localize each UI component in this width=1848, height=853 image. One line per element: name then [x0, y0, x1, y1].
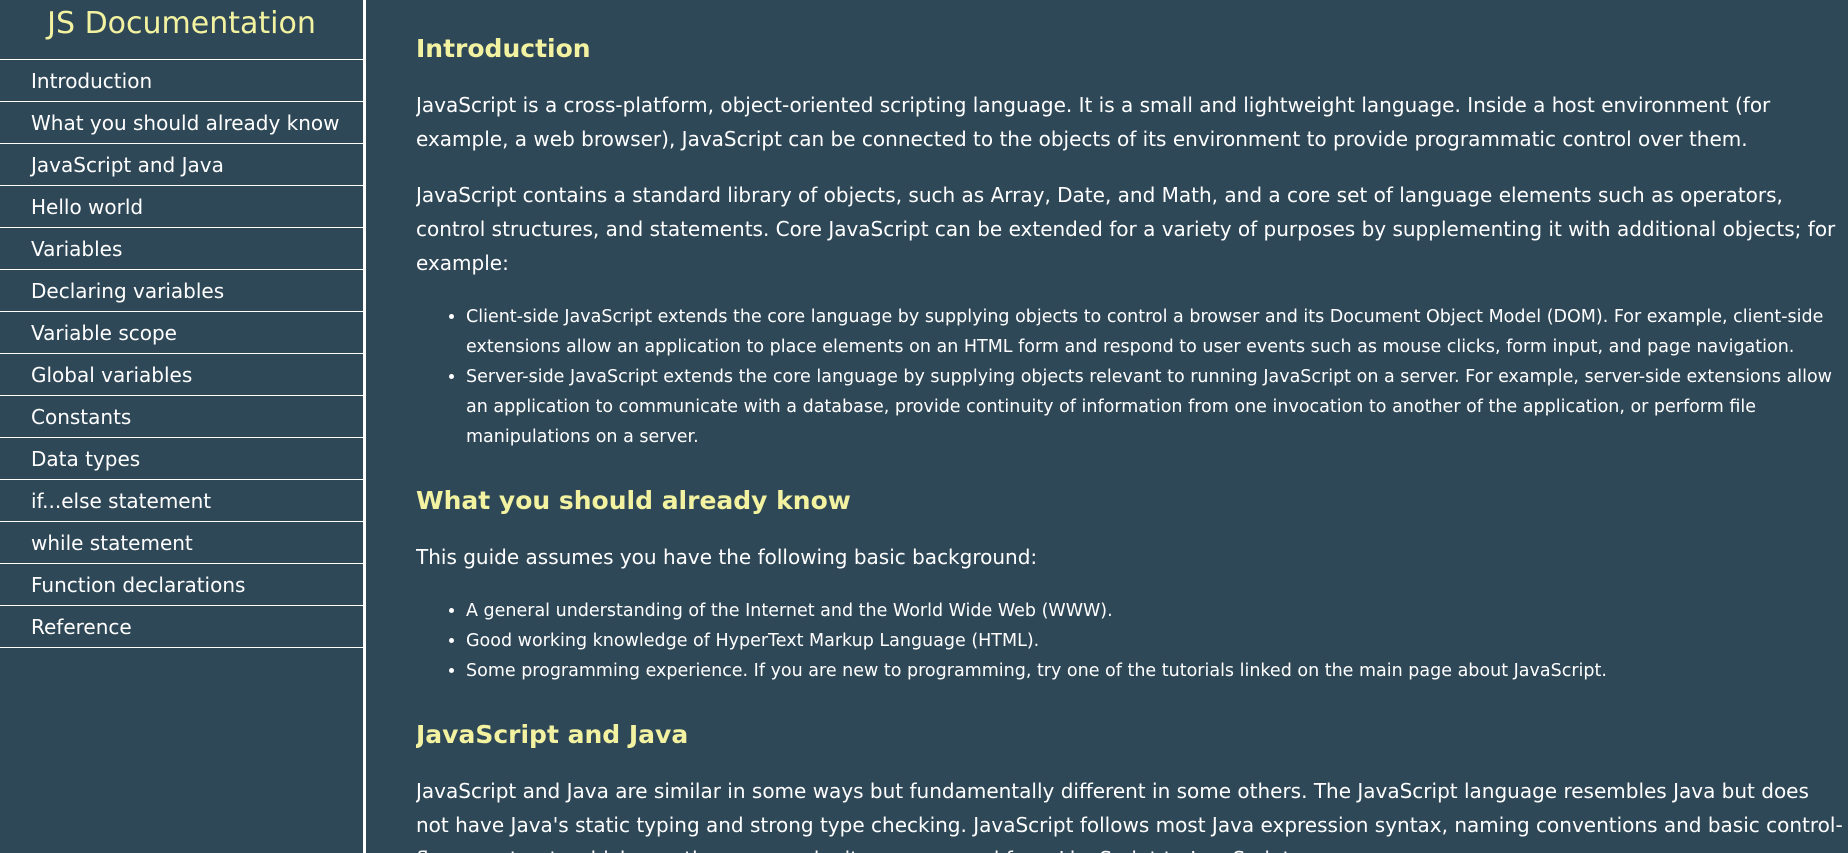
- list-item: Some programming experience. If you are …: [466, 656, 1846, 686]
- list-item: A general understanding of the Internet …: [466, 596, 1846, 626]
- nav-link-declaring-variables[interactable]: Declaring variables: [0, 270, 363, 312]
- nav-link-constants[interactable]: Constants: [0, 396, 363, 438]
- section-paragraph: JavaScript is a cross-platform, object-o…: [416, 93, 1771, 151]
- nav-link-while-statement[interactable]: while statement: [0, 522, 363, 564]
- nav-link-data-types[interactable]: Data types: [0, 438, 363, 480]
- list-item: Good working knowledge of HyperText Mark…: [466, 626, 1846, 656]
- main-doc: Introduction JavaScript is a cross-platf…: [416, 0, 1848, 853]
- section-title-introduction: Introduction: [416, 34, 591, 63]
- nav-link-introduction[interactable]: Introduction: [0, 60, 363, 102]
- nav-link-reference[interactable]: Reference: [0, 606, 363, 648]
- section-paragraph: JavaScript contains a standard library o…: [416, 183, 1836, 275]
- nav-link-variable-scope[interactable]: Variable scope: [0, 312, 363, 354]
- nav-link-variables[interactable]: Variables: [0, 228, 363, 270]
- bullet-list: Client-side JavaScript extends the core …: [416, 302, 1846, 452]
- list-item: Client-side JavaScript extends the core …: [466, 302, 1846, 362]
- section-title-what-you-should-already-know: What you should already know: [416, 486, 851, 515]
- section-title-javascript-and-java: JavaScript and Java: [416, 720, 689, 749]
- nav-link-global-variables[interactable]: Global variables: [0, 354, 363, 396]
- nav-link-function-declarations[interactable]: Function declarations: [0, 564, 363, 606]
- section-introduction: Introduction JavaScript is a cross-platf…: [416, 32, 1848, 452]
- bullet-list: A general understanding of the Internet …: [416, 596, 1846, 686]
- section-paragraph: JavaScript and Java are similar in some …: [416, 779, 1843, 853]
- nav-link-what-you-should-already-know[interactable]: What you should already know: [0, 102, 363, 144]
- section-paragraph: This guide assumes you have the followin…: [416, 545, 1038, 569]
- nav-link-hello-world[interactable]: Hello world: [0, 186, 363, 228]
- nav-link-if-else-statement[interactable]: if...else statement: [0, 480, 363, 522]
- navbar: JS Documentation Introduction What you s…: [0, 0, 366, 853]
- section-what-you-should-already-know: What you should already know This guide …: [416, 484, 1848, 686]
- list-item: Server-side JavaScript extends the core …: [466, 362, 1846, 452]
- navbar-title: JS Documentation: [0, 0, 363, 60]
- section-javascript-and-java: JavaScript and Java JavaScript and Java …: [416, 718, 1848, 853]
- nav-link-javascript-and-java[interactable]: JavaScript and Java: [0, 144, 363, 186]
